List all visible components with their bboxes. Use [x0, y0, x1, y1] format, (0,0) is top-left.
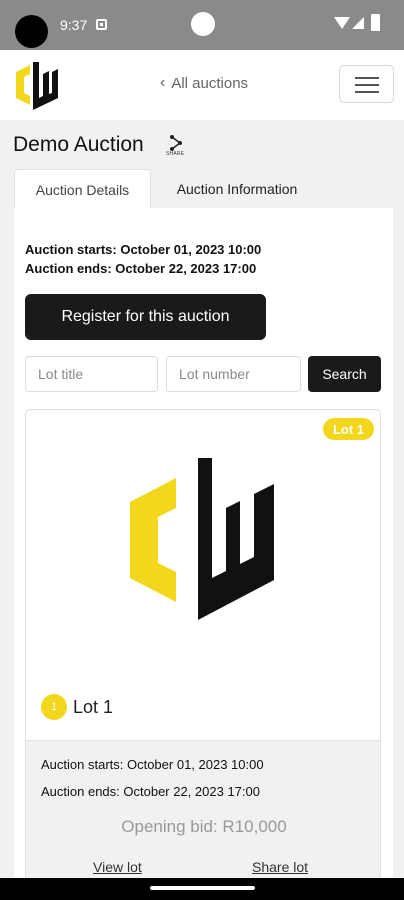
status-time: 9:37 [60, 17, 88, 33]
search-button[interactable]: Search [308, 356, 381, 392]
back-link-label: All auctions [171, 74, 249, 92]
lot-number-input[interactable] [166, 356, 301, 392]
front-camera-icon [191, 12, 215, 36]
share-icon[interactable]: SHARE [164, 134, 190, 160]
auction-start: Auction starts: October 01, 2023 10:00 [25, 242, 262, 257]
all-auctions-link[interactable]: ‹ All auctions [160, 74, 248, 92]
lot-card[interactable]: Lot 1 1 Lot 1 Auction starts: October 01… [25, 409, 381, 889]
opening-bid: Opening bid: R10,000 [121, 817, 287, 836]
wifi-icon [334, 17, 350, 29]
status-bar: 9:37 [0, 0, 404, 50]
page-title: Demo Auction [13, 133, 144, 156]
lot-start: Auction starts: October 01, 2023 10:00 [41, 757, 264, 772]
lot-number-badge: 1 [41, 694, 67, 720]
auction-dates: Auction starts: October 01, 2023 10:00 A… [25, 240, 261, 278]
tab-auction-details[interactable]: Auction Details [14, 169, 151, 209]
menu-button[interactable] [339, 65, 394, 103]
lot-footer: Auction starts: October 01, 2023 10:00 A… [26, 740, 380, 888]
auction-end: Auction ends: October 22, 2023 17:00 [25, 261, 257, 276]
hamburger-icon [355, 77, 379, 79]
view-lot-link[interactable]: View lot [93, 859, 142, 875]
register-button[interactable]: Register for this auction [25, 294, 266, 340]
lot-name: Lot 1 [73, 696, 114, 717]
logo[interactable] [14, 60, 60, 110]
home-handle[interactable] [150, 886, 255, 890]
camera-cutout [15, 15, 48, 48]
share-lot-link[interactable]: Share lot [252, 859, 308, 875]
app-header: ‹ All auctions [0, 50, 404, 120]
lot-image[interactable] [128, 456, 278, 624]
signal-icon [352, 17, 364, 29]
notification-icon [96, 19, 107, 30]
lot-title-input[interactable] [25, 356, 158, 392]
lot-end: Auction ends: October 22, 2023 17:00 [41, 784, 260, 799]
tab-auction-information[interactable]: Auction Information [157, 169, 317, 209]
lot-dates: Auction starts: October 01, 2023 10:00 A… [41, 751, 264, 805]
system-nav-bar [0, 878, 404, 900]
share-icon-label: SHARE [166, 151, 185, 157]
battery-icon [371, 14, 380, 31]
chevron-left-icon: ‹ [160, 74, 166, 91]
lot-number-row: 1 Lot 1 [41, 694, 113, 720]
lot-badge: Lot 1 [322, 418, 374, 440]
